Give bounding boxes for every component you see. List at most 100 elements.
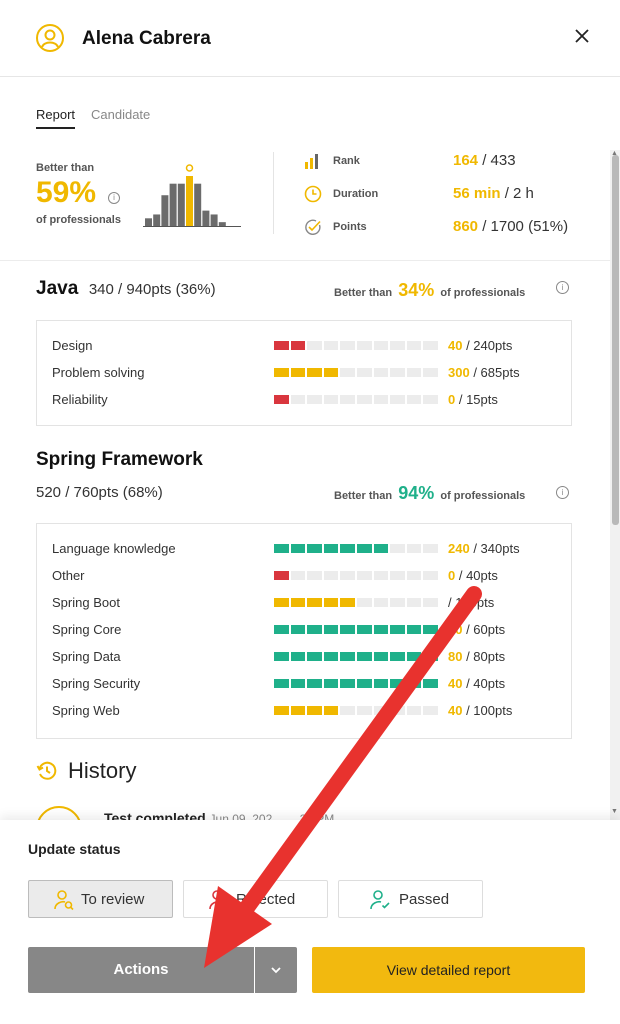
progress-segment [406,706,422,715]
history-title: History [68,758,137,783]
progress-segment [373,571,389,580]
progress-segment [390,341,405,350]
progress-segment [423,544,438,553]
progress-segment [340,341,355,350]
close-icon[interactable] [572,26,592,46]
skill-title-java: Java 340 / 940pts (36%) [36,278,216,299]
skill-row: Other 0 / 40pts [52,566,552,586]
skill-row-label: Spring Core [52,622,122,637]
progress-segment [423,368,438,377]
user-avatar-icon [36,24,64,52]
progress-segment [390,706,405,715]
skill-row-points: 0 / 15pts [448,392,498,407]
stat-value: 56 min / 2 h [453,185,534,202]
actions-button[interactable]: Actions [28,947,254,993]
skill-row-label: Spring Data [52,649,121,664]
chevron-down-icon [271,967,281,974]
skill-score: 520 / 760pts (68%) [36,484,163,501]
check-circle-icon [305,219,321,235]
skill-title-spring: Spring Framework [36,449,203,470]
histogram-bar [169,183,177,226]
progress-segment [340,679,355,688]
scroll-up-icon[interactable]: ▲ [611,150,618,157]
skill-row-points: 40 / 240pts [448,338,513,353]
skill-row: Design 40 / 240pts [52,336,552,356]
progress-segment [406,395,422,404]
history-icon [36,761,57,780]
tab-candidate[interactable]: Candidate [91,107,150,122]
skill-row: Problem solving 300 / 685pts [52,363,552,383]
progress-segment [373,652,389,661]
scrollbar-thumb[interactable] [612,155,619,525]
progress-segment [390,679,405,688]
progress-segment [406,368,422,377]
scroll-down-icon[interactable]: ▼ [611,808,618,815]
progress-segment [290,706,306,715]
progress-segment [323,625,339,634]
status-to-review-button[interactable]: To review [28,880,173,918]
progress-segment [423,706,438,715]
skill-row-label: Spring Web [52,703,120,718]
skill-row-points: 60 / 60pts [448,622,506,637]
skill-row: Reliability 0 / 15pts [52,390,552,410]
progress-segment [274,598,289,607]
status-rejected-button[interactable]: Rejected [183,880,328,918]
skill-row: Language knowledge 240 / 340pts [52,539,552,559]
skill-row-points: 240 / 340pts [448,541,520,556]
histogram-bar [218,222,226,226]
progress-segment [390,571,405,580]
skill-row-label: Spring Boot [52,595,120,610]
progress-segment [340,706,355,715]
skill-row: Spring Core 60 / 60pts [52,620,552,640]
progress-segment [373,395,389,404]
progress-segment [290,368,306,377]
progress-segment [406,544,422,553]
histogram-bar [145,218,152,226]
summary-divider [273,152,274,234]
progress-segment [356,571,372,580]
view-detailed-report-button[interactable]: View detailed report [312,947,585,993]
progress-segment [290,395,306,404]
rank-bars-icon [305,154,318,169]
progress-segment [390,368,405,377]
candidate-marker-icon [185,164,194,172]
progress-segment [390,598,405,607]
progress-segment [423,679,438,688]
skill-row: Spring Data 80 / 80pts [52,647,552,667]
tab-report[interactable]: Report [36,107,76,129]
progress-segment [356,598,372,607]
histogram-bar [194,183,202,226]
skill-score: 340 / 940pts (36%) [88,281,216,298]
percentile-histogram [143,164,241,227]
progress-segment [307,679,322,688]
progress-segment [356,395,372,404]
progress-segment [323,368,339,377]
info-icon[interactable]: i [556,281,569,294]
info-icon[interactable]: i [556,486,569,499]
progress-segment [406,625,422,634]
progress-segment [307,544,322,553]
skill-row-points: 40 / 100pts [448,703,513,718]
skill-row-label: Reliability [52,392,108,407]
progress-segment [406,598,422,607]
info-icon[interactable]: i [108,192,120,204]
skill-row-label: Other [52,568,85,583]
progress-segment [274,625,289,634]
progress-segment [390,544,405,553]
skill-percentile-java: Better than 34% of professionals [334,280,526,300]
progress-segment [274,652,289,661]
status-label: Rejected [236,891,296,908]
status-passed-button[interactable]: Passed [338,880,483,918]
skill-row-points: 0 / 40pts [448,568,498,583]
progress-segment [406,571,422,580]
progress-segment [290,625,306,634]
progress-segment [307,341,322,350]
skill-progress-bar [274,598,438,607]
progress-segment [406,341,422,350]
skill-progress-bar [274,679,438,688]
progress-segment [274,544,289,553]
histogram-bar [186,176,193,226]
actions-dropdown-button[interactable] [255,947,297,993]
skill-row: Spring Boot / 100pts [52,593,552,613]
progress-segment [423,598,438,607]
